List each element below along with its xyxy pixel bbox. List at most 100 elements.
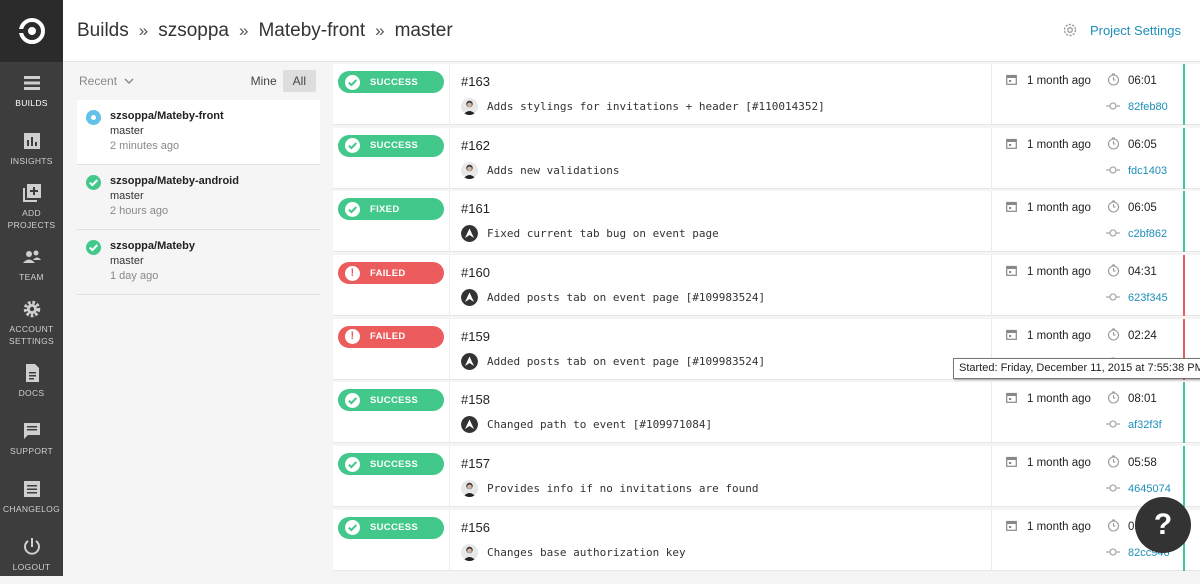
commit-sha-link[interactable]: 623f345 xyxy=(1128,292,1168,304)
calendar-icon xyxy=(1006,329,1017,340)
status-label: SUCCESS xyxy=(370,140,419,152)
nav-item-logout[interactable]: LOGOUT xyxy=(0,526,63,584)
clock-icon xyxy=(1107,519,1120,532)
build-row[interactable]: SUCCESS #157 Provides info if no invitatio… xyxy=(333,446,1200,508)
recent-label: Recent xyxy=(79,74,118,88)
status-label: SUCCESS xyxy=(370,522,419,534)
branch-sidebar: Recent Mine All szsoppa/Mateby-front mast… xyxy=(63,62,330,576)
commit-sha-link[interactable]: 82feb80 xyxy=(1128,101,1168,113)
build-number[interactable]: #157 xyxy=(461,456,490,471)
build-duration: 06:01 xyxy=(1128,75,1157,87)
status-badge[interactable]: ! FAILED xyxy=(338,262,444,285)
nav-item-docs[interactable]: DOCS xyxy=(0,352,63,410)
commit-icon xyxy=(1106,166,1120,174)
build-number[interactable]: #158 xyxy=(461,392,490,407)
project-settings-link[interactable]: Project Settings xyxy=(1062,22,1181,38)
commit-message: Changed path to event [#109971084] xyxy=(487,418,713,432)
author-avatar xyxy=(461,98,478,115)
build-row[interactable]: SUCCESS #158 Changed path to event [#10997… xyxy=(333,382,1200,444)
build-row[interactable]: SUCCESS #162 Adds new validations 1 month a… xyxy=(333,127,1200,189)
success-status-icon xyxy=(86,175,101,190)
author-avatar xyxy=(461,161,478,179)
mine-filter-button[interactable]: Mine xyxy=(251,74,277,88)
commit-icon xyxy=(1106,548,1120,556)
branch-time: 2 hours ago xyxy=(110,205,169,217)
build-number[interactable]: #156 xyxy=(461,520,490,535)
nav-item-add-projects[interactable]: ADD PROJECTS xyxy=(0,178,63,236)
recent-dropdown[interactable]: Recent xyxy=(79,74,135,88)
branch-item[interactable]: szsoppa/Mateby master 1 day ago xyxy=(77,230,320,295)
failed-icon: ! xyxy=(345,329,360,345)
branch-item[interactable]: szsoppa/Mateby-android master 2 hours ago xyxy=(77,165,320,230)
nav-item-label: DOCS xyxy=(18,388,45,398)
calendar-icon xyxy=(1006,520,1017,531)
commit-sha-link[interactable]: af32f3f xyxy=(1128,419,1162,431)
crumb-user[interactable]: szsoppa xyxy=(158,20,229,42)
build-duration: 04:31 xyxy=(1128,266,1157,279)
status-column: SUCCESS xyxy=(333,446,450,508)
build-row[interactable]: SUCCESS #163 Adds stylings for invitations… xyxy=(333,64,1200,125)
status-badge[interactable]: SUCCESS xyxy=(338,516,444,539)
build-meta: 1 month ago 06:05 fdc1403 xyxy=(991,127,1183,189)
status-badge[interactable]: SUCCESS xyxy=(338,389,444,412)
commit-icon xyxy=(1106,293,1120,301)
docs-icon xyxy=(22,363,42,387)
build-number[interactable]: #161 xyxy=(461,201,490,216)
build-number[interactable]: #160 xyxy=(461,265,490,280)
status-stripe xyxy=(1183,446,1185,508)
nav-item-support[interactable]: SUPPORT xyxy=(0,410,63,468)
nav-item-insights[interactable]: INSIGHTS xyxy=(0,120,63,178)
nav-item-label: TEAM xyxy=(19,272,44,282)
status-badge[interactable]: FIXED xyxy=(338,198,444,221)
nav-item-changelog[interactable]: CHANGELOG xyxy=(0,468,63,526)
nav-item-account-settings[interactable]: ACCOUNT SETTINGS xyxy=(0,294,63,352)
commit-info: Fixed current tab bug on event page xyxy=(461,225,719,243)
build-row[interactable]: FIXED #161 Fixed current tab bug on event … xyxy=(333,191,1200,253)
nav-item-label: BUILDS xyxy=(15,98,48,108)
nav-item-builds[interactable]: BUILDS xyxy=(0,62,63,120)
build-date: 1 month ago xyxy=(1027,329,1091,342)
crumb-branch[interactable]: master xyxy=(395,20,453,42)
build-row[interactable]: SUCCESS #156 Changes base authorization ke… xyxy=(333,509,1200,571)
branch-item[interactable]: szsoppa/Mateby-front master 2 minutes ago xyxy=(77,100,320,165)
build-date: 1 month ago xyxy=(1027,75,1091,87)
all-filter-button[interactable]: All xyxy=(282,70,316,92)
commit-message: Adds new validations xyxy=(487,163,620,177)
breadcrumb: Builds » szsoppa » Mateby-front » master xyxy=(77,20,453,42)
build-number[interactable]: #162 xyxy=(461,138,490,153)
build-duration: 05:58 xyxy=(1128,457,1157,470)
status-badge[interactable]: ! FAILED xyxy=(338,325,444,348)
status-badge[interactable]: SUCCESS xyxy=(338,453,444,476)
circleci-logo[interactable] xyxy=(0,0,63,62)
build-meta: 1 month ago 08:01 af32f3f xyxy=(991,382,1183,444)
status-badge[interactable]: SUCCESS xyxy=(338,71,444,93)
commit-sha-link[interactable]: 4645074 xyxy=(1128,483,1171,495)
nav-item-team[interactable]: TEAM xyxy=(0,236,63,294)
success-status-icon xyxy=(86,240,101,255)
crumb-project[interactable]: Mateby-front xyxy=(258,20,365,42)
commit-sha-link[interactable]: c2bf862 xyxy=(1128,228,1167,240)
build-meta: 1 month ago 06:05 c2bf862 xyxy=(991,191,1183,253)
calendar-icon xyxy=(1006,393,1017,404)
branch-project-name: szsoppa/Mateby-front xyxy=(110,110,224,122)
build-meta: 1 month ago 04:31 623f345 xyxy=(991,255,1183,317)
status-label: FAILED xyxy=(370,267,406,279)
build-duration: 06:05 xyxy=(1128,138,1157,151)
build-row[interactable]: ! FAILED #160 Added posts tab on event page… xyxy=(333,255,1200,317)
commit-sha-link[interactable]: fdc1403 xyxy=(1128,165,1167,177)
build-number[interactable]: #159 xyxy=(461,329,490,344)
check-icon xyxy=(345,138,360,154)
build-duration: 08:01 xyxy=(1128,393,1157,406)
commit-info: Adds new validations xyxy=(461,161,620,179)
help-button[interactable]: ? xyxy=(1135,497,1191,553)
crumb-builds[interactable]: Builds xyxy=(77,20,129,42)
insights-icon xyxy=(22,131,42,155)
build-number[interactable]: #163 xyxy=(461,74,490,89)
commit-info: Added posts tab on event page [#10998352… xyxy=(461,352,765,370)
calendar-icon xyxy=(1006,202,1017,213)
status-badge[interactable]: SUCCESS xyxy=(338,134,444,157)
commit-icon xyxy=(1106,229,1120,238)
status-label: SUCCESS xyxy=(370,76,419,88)
commit-info: Changes base authorization key xyxy=(461,543,686,561)
commit-info: Added posts tab on event page [#10998352… xyxy=(461,289,765,307)
